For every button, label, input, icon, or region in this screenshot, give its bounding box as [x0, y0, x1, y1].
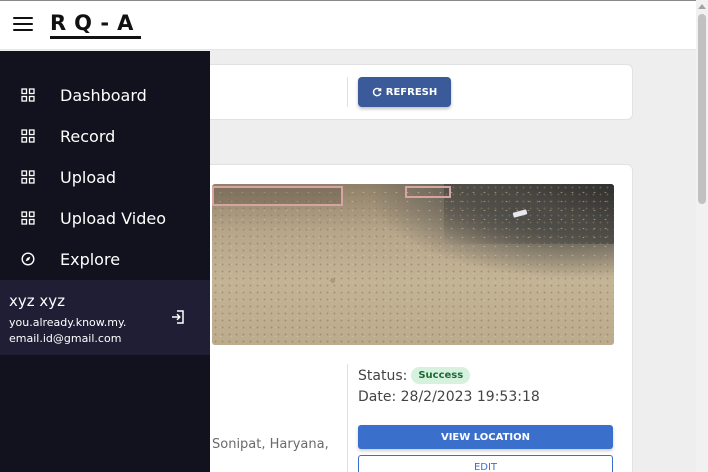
grid-icon: [21, 170, 35, 184]
date-row: Date: 28/2/2023 19:53:18: [358, 389, 540, 405]
page-scrollbar[interactable]: [696, 0, 708, 472]
view-location-button[interactable]: VIEW LOCATION: [358, 425, 613, 449]
window-top-border: [0, 0, 708, 1]
scrollbar-thumb[interactable]: [698, 14, 706, 204]
sidebar-item-upload[interactable]: Upload: [0, 160, 210, 194]
sidebar-item-label: Record: [60, 126, 116, 146]
toolbar-card: REFRESH: [195, 64, 633, 120]
date-value: 28/2/2023 19:53:18: [400, 389, 540, 405]
sidebar-item-dashboard[interactable]: Dashboard: [0, 78, 210, 112]
refresh-button[interactable]: REFRESH: [358, 77, 451, 107]
divider: [347, 77, 348, 107]
scroll-up-arrow-icon[interactable]: [698, 4, 706, 9]
refresh-icon: [372, 87, 382, 97]
user-profile-panel: xyz xyz you.already.know.my.email.id@gma…: [0, 280, 210, 355]
logout-icon[interactable]: [170, 309, 186, 325]
refresh-label: REFRESH: [385, 86, 438, 98]
user-email: you.already.know.my.email.id@gmail.com: [9, 316, 127, 345]
grid-icon: [21, 88, 35, 102]
top-app-bar: RQ-A: [0, 0, 696, 50]
menu-icon[interactable]: [13, 16, 33, 32]
sidebar-item-explore[interactable]: Explore: [0, 242, 210, 276]
brand-logo: RQ-A: [50, 12, 142, 39]
grid-icon: [21, 129, 35, 143]
sidebar-item-upload-video[interactable]: Upload Video: [0, 201, 210, 235]
date-label: Date:: [358, 389, 397, 405]
status-label: Status:: [358, 367, 408, 384]
status-row: Status: Success: [358, 367, 471, 384]
detection-box: [212, 186, 343, 206]
user-name: xyz xyz: [9, 292, 66, 310]
sidebar: Dashboard Record Upload Upload Video Exp…: [0, 51, 210, 472]
grid-icon: [21, 211, 35, 225]
compass-icon: [21, 252, 35, 266]
record-card: Status: Success Date: 28/2/2023 19:53:18…: [195, 164, 633, 472]
status-badge: Success: [411, 367, 471, 384]
divider: [347, 364, 348, 472]
address-text: Sonipat, Haryana,: [212, 437, 329, 452]
road-texture: [212, 184, 614, 345]
sidebar-item-label: Explore: [60, 249, 121, 269]
detection-box: [405, 186, 451, 198]
sidebar-item-label: Dashboard: [60, 85, 147, 105]
sidebar-item-label: Upload: [60, 167, 117, 187]
edit-button[interactable]: EDIT: [358, 455, 613, 472]
road-image[interactable]: [212, 184, 614, 345]
sidebar-item-label: Upload Video: [60, 208, 166, 228]
sidebar-item-record[interactable]: Record: [0, 119, 210, 153]
